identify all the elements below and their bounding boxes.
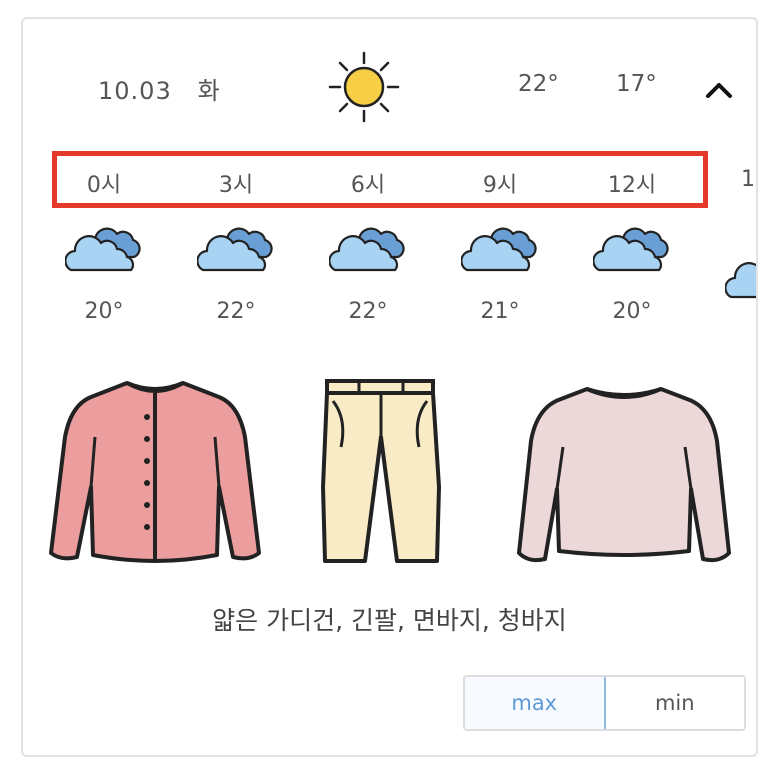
cloud-icon (65, 227, 141, 272)
cloud-icon-partial (725, 262, 756, 299)
date-label: 10.03 화 (98, 71, 221, 106)
hour-temperature: 20° (612, 299, 652, 324)
hour-label: 3시 (218, 173, 254, 198)
date-value: 10.03 (98, 77, 172, 105)
chevron-up-icon[interactable] (703, 74, 735, 106)
hour-temperature: 22° (216, 299, 256, 324)
max-min-toggle: max min (463, 675, 746, 731)
hour-label-next-partial: 1 (741, 167, 755, 192)
weekday-value: 화 (197, 77, 221, 105)
cloud-icon (461, 227, 537, 272)
cardigan-icon (49, 381, 261, 563)
clothing-recommendation: 얇은 가디건, 긴팔, 면바지, 청바지 (212, 606, 567, 635)
pants-icon (321, 379, 441, 563)
sun-icon (328, 51, 400, 123)
sweater-icon (517, 387, 731, 563)
hour-label: 6시 (350, 173, 386, 198)
hour-temperature: 22° (348, 299, 388, 324)
max-temperature: 22° (518, 71, 559, 97)
cloud-icon (593, 227, 669, 272)
hour-label: 9시 (482, 173, 518, 198)
min-temperature: 17° (616, 71, 657, 97)
max-button[interactable]: max (465, 677, 606, 729)
hour-label: 0시 (86, 173, 122, 198)
min-button[interactable]: min (606, 677, 745, 729)
hour-temperature: 21° (480, 299, 520, 324)
weather-card: 10.03 화 22° 17° 0시 3시 6시 9시 12시 1 20° 22… (21, 17, 758, 757)
hour-temperature: 20° (84, 299, 124, 324)
cloud-icon (197, 227, 273, 272)
cloud-icon (329, 227, 405, 272)
hour-label: 12시 (607, 173, 657, 198)
